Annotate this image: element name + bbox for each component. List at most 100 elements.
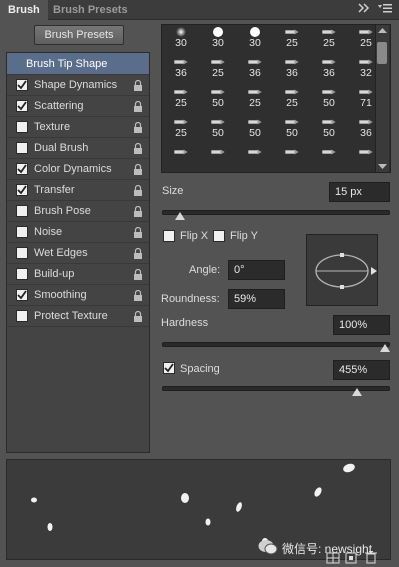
brush-presets-button[interactable]: Brush Presets	[34, 25, 124, 45]
tab-brush-presets[interactable]: Brush Presets	[45, 0, 136, 20]
brush-tip-cell[interactable]: 25	[277, 26, 307, 49]
list-item-transfer[interactable]: Transfer	[7, 180, 149, 201]
tab-brush[interactable]: Brush	[0, 0, 48, 20]
spacing-field[interactable]: 455%	[333, 360, 390, 380]
brush-stroke-icon	[211, 89, 225, 95]
brush-tip-cell[interactable]	[277, 146, 307, 168]
angle-ellipse-icon	[315, 253, 377, 289]
list-item-color-dynamics[interactable]: Color Dynamics	[7, 159, 149, 180]
brush-size-label: 25	[175, 127, 187, 139]
brush-stroke-icon	[359, 59, 373, 65]
size-field[interactable]: 15 px	[329, 182, 390, 202]
option-checkbox[interactable]	[16, 226, 28, 238]
brush-stroke-icon	[248, 59, 262, 65]
brush-tip-cell[interactable]: 50	[314, 116, 344, 139]
size-slider-knob[interactable]	[175, 212, 186, 220]
brush-tip-cell[interactable]: 50	[277, 116, 307, 139]
option-checkbox[interactable]	[16, 121, 28, 133]
brush-tip-cell[interactable]: 25	[277, 86, 307, 109]
list-item-noise[interactable]: Noise	[7, 222, 149, 243]
angle-roundness-widget[interactable]	[306, 234, 378, 306]
option-checkbox[interactable]	[16, 184, 28, 196]
option-checkbox[interactable]	[16, 142, 28, 154]
roundness-field[interactable]: 59%	[228, 289, 285, 309]
brush-tip-cell[interactable]: 25	[166, 116, 196, 139]
brush-tip-cell[interactable]: 50	[203, 116, 233, 139]
lock-icon[interactable]	[133, 163, 143, 175]
brush-tip-cell[interactable]: 30	[166, 26, 196, 49]
option-checkbox[interactable]	[16, 163, 28, 175]
lock-icon[interactable]	[133, 79, 143, 91]
lock-icon[interactable]	[133, 268, 143, 280]
option-checkbox[interactable]	[16, 310, 28, 322]
list-item-dual-brush[interactable]: Dual Brush	[7, 138, 149, 159]
hardness-slider-track[interactable]	[162, 342, 390, 347]
list-item-scattering[interactable]: Scattering	[7, 96, 149, 117]
lock-icon[interactable]	[133, 310, 143, 322]
list-item-brush-pose[interactable]: Brush Pose	[7, 201, 149, 222]
brush-tip-cell[interactable]: 30	[240, 26, 270, 49]
option-checkbox[interactable]	[16, 247, 28, 259]
option-checkbox[interactable]	[16, 268, 28, 280]
list-item-shape-dynamics[interactable]: Shape Dynamics	[7, 75, 149, 96]
option-checkbox[interactable]	[16, 79, 28, 91]
collapse-panel-icon[interactable]	[357, 3, 371, 17]
lock-icon[interactable]	[133, 121, 143, 133]
brush-size-label: 30	[249, 37, 261, 49]
brush-stroke-icon	[322, 119, 336, 125]
brush-tip-cell[interactable]: 30	[203, 26, 233, 49]
brush-tip-cell[interactable]: 25	[203, 56, 233, 79]
spacing-label: Spacing	[180, 363, 220, 375]
list-item-protect-texture[interactable]: Protect Texture	[7, 306, 149, 327]
grid-toggle-icon[interactable]	[326, 552, 340, 564]
brush-stroke-icon	[322, 59, 336, 65]
brush-tip-cell[interactable]: 50	[314, 86, 344, 109]
size-slider-track[interactable]	[162, 210, 390, 215]
flip-x-checkbox[interactable]	[163, 230, 175, 242]
panel-menu-icon[interactable]	[378, 3, 392, 17]
brush-tip-cell[interactable]: 36	[277, 56, 307, 79]
option-checkbox[interactable]	[16, 289, 28, 301]
list-item-brush-tip-shape[interactable]: Brush Tip Shape	[7, 53, 149, 75]
list-item-wet-edges[interactable]: Wet Edges	[7, 243, 149, 264]
list-item-smoothing[interactable]: Smoothing	[7, 285, 149, 306]
new-brush-icon[interactable]	[344, 552, 358, 564]
brush-stroke-icon	[248, 119, 262, 125]
brush-tip-cell[interactable]: 25	[314, 26, 344, 49]
lock-icon[interactable]	[133, 100, 143, 112]
list-item-label: Brush Tip Shape	[26, 58, 108, 70]
brush-tip-cell[interactable]: 50	[203, 86, 233, 109]
lock-icon[interactable]	[133, 247, 143, 259]
hardness-slider-knob[interactable]	[380, 344, 390, 352]
brush-tip-cell[interactable]: 36	[314, 56, 344, 79]
scroll-thumb[interactable]	[377, 42, 387, 64]
lock-icon[interactable]	[133, 289, 143, 301]
flip-y-checkbox[interactable]	[213, 230, 225, 242]
hardness-field[interactable]: 100%	[333, 315, 390, 335]
brush-tip-cell[interactable]: 25	[240, 86, 270, 109]
delete-trash-icon[interactable]	[364, 551, 378, 564]
option-checkbox[interactable]	[16, 205, 28, 217]
brush-tip-cell[interactable]	[166, 146, 196, 168]
lock-icon[interactable]	[133, 205, 143, 217]
spacing-checkbox[interactable]	[163, 362, 175, 374]
lock-icon[interactable]	[133, 142, 143, 154]
brush-tip-cell[interactable]: 36	[166, 56, 196, 79]
brush-size-label: 36	[286, 67, 298, 79]
brush-tip-cell[interactable]: 36	[240, 56, 270, 79]
brush-tip-cell[interactable]: 50	[240, 116, 270, 139]
list-item-label: Build-up	[34, 268, 75, 280]
brush-tip-cell[interactable]	[203, 146, 233, 168]
brush-tip-cell[interactable]	[240, 146, 270, 168]
brush-stroke-icon	[248, 149, 262, 155]
brush-tip-cell[interactable]	[314, 146, 344, 168]
angle-field[interactable]: 0°	[228, 260, 285, 280]
list-item-label: Smoothing	[34, 289, 87, 301]
list-item-texture[interactable]: Texture	[7, 117, 149, 138]
option-checkbox[interactable]	[16, 100, 28, 112]
lock-icon[interactable]	[133, 226, 143, 238]
brush-tip-cell[interactable]: 25	[166, 86, 196, 109]
lock-icon[interactable]	[133, 184, 143, 196]
spacing-slider-knob[interactable]	[351, 388, 362, 396]
list-item-build-up[interactable]: Build-up	[7, 264, 149, 285]
